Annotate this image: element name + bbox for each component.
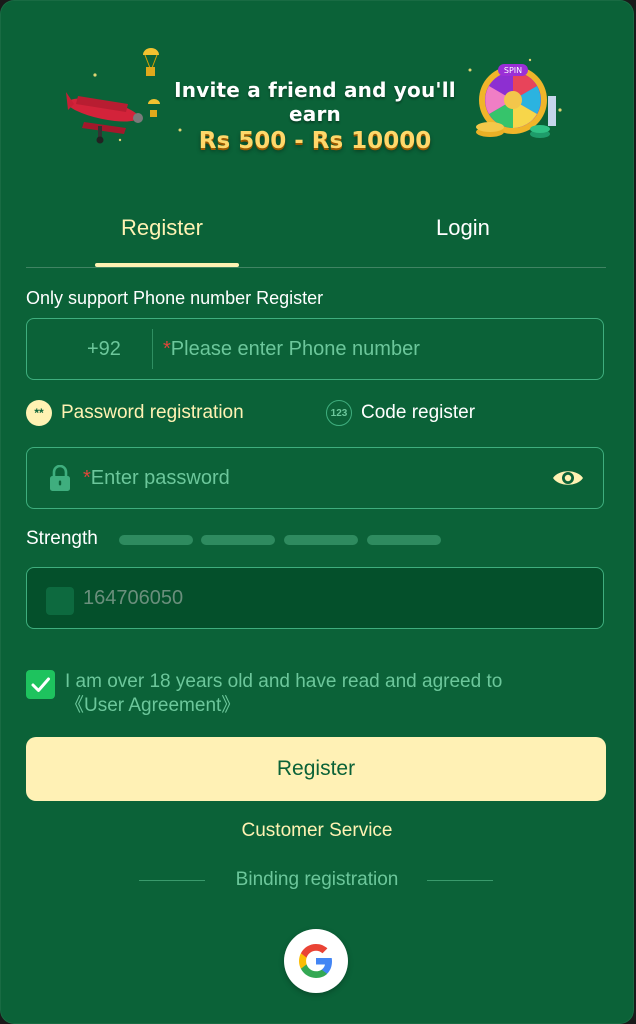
tab-register[interactable]: Register	[121, 215, 203, 241]
strength-bar-3	[284, 535, 358, 545]
mode-code-register[interactable]: 123 Code register	[326, 400, 475, 426]
spin-wheel-icon: SPIN	[476, 64, 556, 138]
mode-password-registration[interactable]: ** Password registration	[26, 400, 244, 426]
user-agreement-link[interactable]: 《User Agreement》	[65, 694, 502, 718]
phone-placeholder-text: Please enter Phone number	[170, 338, 420, 360]
code-mode-icon: 123	[326, 400, 352, 426]
strength-bar-2	[201, 535, 275, 545]
required-mark: *	[83, 467, 91, 489]
google-icon	[299, 944, 332, 978]
password-placeholder-text: Enter password	[90, 467, 230, 489]
country-code[interactable]: +92	[87, 338, 121, 361]
required-mark: *	[163, 338, 171, 360]
lock-icon	[50, 465, 70, 491]
invite-banner[interactable]: SPIN Invite a friend and you'll earn Rs …	[0, 0, 634, 165]
register-button[interactable]: Register	[26, 737, 606, 801]
password-input[interactable]: *Enter password	[26, 447, 604, 509]
phone-input[interactable]: +92 *Please enter Phone number	[26, 318, 604, 380]
active-tab-indicator	[95, 263, 239, 267]
auth-tabs: Register Login	[26, 205, 606, 268]
agree-checkbox[interactable]	[26, 670, 55, 699]
eye-icon[interactable]	[551, 467, 585, 489]
banner-text: Invite a friend and you'll earn Rs 500 -…	[150, 78, 480, 154]
strength-label: Strength	[26, 528, 98, 549]
agreement-line-1: I am over 18 years old and have read and…	[65, 671, 503, 692]
customer-service-link[interactable]: Customer Service	[0, 820, 634, 842]
banner-headline: Invite a friend and you'll earn	[174, 78, 456, 126]
strength-bar-1	[119, 535, 193, 545]
mode-password-label: Password registration	[61, 402, 244, 423]
strength-bar-4	[367, 535, 441, 545]
tab-login[interactable]: Login	[436, 215, 490, 241]
password-placeholder: *Enter password	[83, 467, 230, 490]
support-hint: Only support Phone number Register	[26, 288, 324, 308]
agreement-text: I am over 18 years old and have read and…	[65, 670, 502, 718]
binding-divider-right	[427, 880, 493, 881]
registration-mode: ** Password registration 123 Code regist…	[26, 400, 606, 430]
banner-reward-range: Rs 500 - Rs 10000	[198, 128, 432, 154]
register-panel: SPIN Invite a friend and you'll earn Rs …	[0, 0, 634, 1024]
captcha-input[interactable]: 164706050	[26, 567, 604, 629]
captcha-value: 164706050	[83, 587, 184, 609]
phone-placeholder: *Please enter Phone number	[163, 338, 420, 361]
mode-code-label: Code register	[361, 402, 476, 423]
google-login-button[interactable]	[284, 929, 348, 993]
binding-registration-label: Binding registration	[235, 869, 399, 890]
checkmark-icon	[31, 677, 50, 692]
captcha-icon	[46, 587, 74, 615]
password-mode-icon: **	[26, 400, 52, 426]
phone-divider	[152, 329, 153, 369]
airplane-icon	[66, 92, 143, 144]
spin-label: SPIN	[504, 66, 522, 75]
